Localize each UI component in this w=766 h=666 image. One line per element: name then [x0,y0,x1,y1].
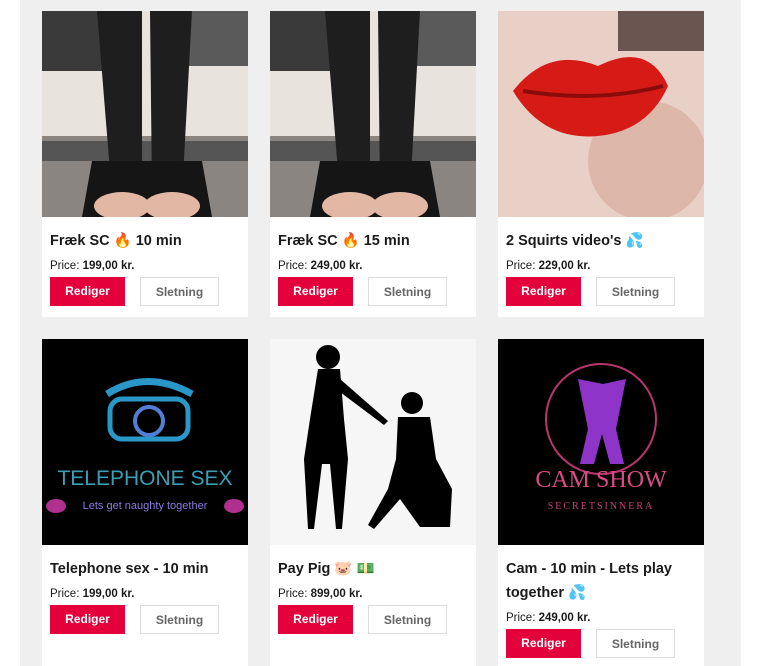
price-label: Price: [278,588,308,600]
product-price: Price: 229,00 kr. [506,259,696,274]
cam-image-heading: CAM SHOW [535,467,667,493]
product-title[interactable]: Fræk SC 🔥 15 min [278,229,468,253]
price-value: 899,00 kr. [310,588,363,600]
product-thumbnail[interactable] [270,339,476,545]
price-label: Price: [278,260,308,272]
price-label: Price: [506,612,536,624]
price-value: 249,00 kr. [538,612,591,624]
product-price: Price: 249,00 kr. [278,259,468,274]
cam-image-tagline: SECRETSINNERA [548,501,655,512]
product-card: CAM SHOW SECRETSINNERA Cam - 10 min - Le… [498,339,704,666]
edit-button[interactable]: Rediger [278,277,353,306]
edit-button[interactable]: Rediger [278,605,353,634]
product-price: Price: 199,00 kr. [50,587,240,602]
edit-button[interactable]: Rediger [506,629,581,658]
product-thumbnail[interactable]: TELEPHONE SEX Lets get naughty together [42,339,248,545]
price-value: 199,00 kr. [82,260,135,272]
price-value: 199,00 kr. [82,588,135,600]
telephone-image-heading: TELEPHONE SEX [57,467,232,490]
price-label: Price: [506,260,536,272]
delete-button[interactable]: Sletning [596,629,675,658]
telephone-image-tagline: Lets get naughty together [83,500,208,512]
price-value: 229,00 kr. [538,260,591,272]
product-card: Fræk SC 🔥 15 min Price: 249,00 kr. Redig… [270,11,476,317]
product-price: Price: 199,00 kr. [50,259,240,274]
delete-button[interactable]: Sletning [596,277,675,306]
product-title[interactable]: Fræk SC 🔥 10 min [50,229,240,253]
product-price: Price: 249,00 kr. [506,611,696,626]
product-card: 2 Squirts video's 💦 Price: 229,00 kr. Re… [498,11,704,317]
delete-button[interactable]: Sletning [140,605,219,634]
product-price: Price: 899,00 kr. [278,587,468,602]
product-title[interactable]: Pay Pig 🐷 💵 [278,557,468,581]
edit-button[interactable]: Rediger [506,277,581,306]
delete-button[interactable]: Sletning [140,277,219,306]
edit-button[interactable]: Rediger [50,605,125,634]
product-card: Pay Pig 🐷 💵 Price: 899,00 kr. Rediger Sl… [270,339,476,666]
price-value: 249,00 kr. [310,260,363,272]
product-title[interactable]: 2 Squirts video's 💦 [506,229,696,253]
edit-button[interactable]: Rediger [50,277,125,306]
product-card: TELEPHONE SEX Lets get naughty together … [42,339,248,666]
delete-button[interactable]: Sletning [368,277,447,306]
product-thumbnail[interactable] [270,11,476,217]
product-title[interactable]: Telephone sex - 10 min [50,557,240,581]
right-rail [741,0,766,666]
product-card: Fræk SC 🔥 10 min Price: 199,00 kr. Redig… [42,11,248,317]
product-thumbnail[interactable] [498,11,704,217]
price-label: Price: [50,260,80,272]
price-label: Price: [50,588,80,600]
product-thumbnail[interactable]: CAM SHOW SECRETSINNERA [498,339,704,545]
delete-button[interactable]: Sletning [368,605,447,634]
product-title[interactable]: Cam - 10 min - Lets play together 💦 [506,557,696,605]
left-rail [0,0,20,666]
product-thumbnail[interactable] [42,11,248,217]
